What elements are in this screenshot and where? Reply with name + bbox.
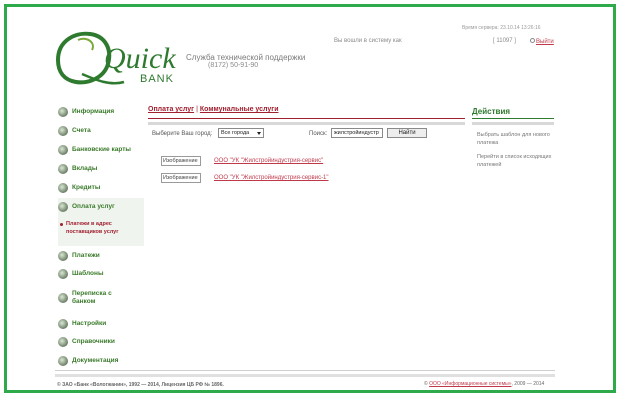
sidebar-item-cards[interactable]: Банковские карты bbox=[58, 142, 131, 158]
sidebar-item-label: Шаблоны bbox=[72, 270, 104, 277]
search-input[interactable]: жилстройиндустр bbox=[331, 128, 383, 138]
provider-link[interactable]: ООО "УК "Жилстройиндустрия-сервис-1" bbox=[214, 175, 329, 181]
sidebar-item-documentation[interactable]: Документация bbox=[58, 353, 118, 369]
sidebar-item-label: Справочники bbox=[72, 338, 115, 345]
user-id: [ 11097 ] bbox=[493, 38, 516, 44]
sidebar-item-info[interactable]: Информация bbox=[58, 104, 114, 120]
actions-title: Действия bbox=[472, 107, 511, 116]
globe-icon bbox=[58, 251, 68, 261]
footer-copyright: © ЗАО «Банк «Вологжанин», 1992 — 2014, Л… bbox=[57, 382, 224, 388]
main-divider bbox=[148, 122, 465, 125]
sidebar-item-label: Счета bbox=[72, 127, 91, 134]
globe-icon bbox=[58, 145, 68, 155]
brand-sub-text: BANK bbox=[140, 73, 174, 85]
tab-separator: | bbox=[196, 106, 198, 113]
globe-icon bbox=[58, 164, 68, 174]
provider-image: Изображение bbox=[161, 173, 201, 183]
sidebar-item-label: Переписка с банком bbox=[72, 290, 112, 305]
city-value: Все города bbox=[221, 130, 250, 136]
action-outgoing-payments[interactable]: Перейти в список исходящих платежей bbox=[477, 153, 557, 169]
find-button[interactable]: Найти bbox=[387, 128, 427, 138]
globe-icon bbox=[58, 183, 68, 193]
tab-payment-services[interactable]: Оплата услуг bbox=[148, 106, 194, 113]
actions-divider bbox=[472, 122, 554, 125]
sidebar-item-settings[interactable]: Настройки bbox=[58, 316, 106, 332]
globe-icon bbox=[58, 126, 68, 136]
globe-icon bbox=[58, 293, 68, 303]
support-title: Служба технической поддержки bbox=[186, 53, 306, 62]
footer-dev-link[interactable]: ООО «Информационные системы» bbox=[429, 381, 511, 387]
sidebar-item-credits[interactable]: Кредиты bbox=[58, 180, 100, 196]
footer-bar bbox=[55, 374, 555, 377]
logged-in-label: Вы вошли в систему как bbox=[334, 38, 402, 44]
globe-icon bbox=[58, 356, 68, 366]
sidebar-item-label: Документация bbox=[72, 357, 119, 364]
server-time: Время сервера: 23.10.14 13:26:16 bbox=[462, 25, 541, 31]
sidebar-item-label: Настройки bbox=[72, 320, 107, 327]
globe-icon bbox=[58, 337, 68, 347]
sidebar-item-label: Банковские карты bbox=[72, 146, 131, 153]
footer-dev-years: , 2009 — 2014 bbox=[511, 381, 545, 387]
globe-icon bbox=[58, 319, 68, 329]
globe-icon bbox=[58, 269, 68, 279]
sidebar-item-label: Платежи bbox=[72, 252, 100, 259]
submenu-item-providers[interactable]: Платежи в адрес поставщиков услуг bbox=[60, 220, 140, 236]
footer-dev-prefix: © bbox=[424, 381, 428, 387]
sidebar-item-accounts[interactable]: Счета bbox=[58, 123, 91, 139]
city-label: Выберите Ваш город: bbox=[152, 131, 213, 137]
footer-developer: © ООО «Информационные системы», 2009 — 2… bbox=[424, 381, 544, 387]
brand-main-text: Quick bbox=[104, 42, 176, 75]
sidebar-item-directories[interactable]: Справочники bbox=[58, 334, 115, 350]
search-label: Поиск: bbox=[309, 131, 328, 137]
tab-underline bbox=[148, 118, 465, 119]
action-choose-template[interactable]: Выбрать шаблон для нового платежа bbox=[477, 131, 557, 147]
support-phone: (8172) 50-91-90 bbox=[208, 62, 259, 69]
sidebar-item-label: Информация bbox=[72, 108, 115, 115]
sidebar-item-label: Оплата услуг bbox=[72, 203, 115, 210]
exit-link[interactable]: Выйти bbox=[530, 38, 554, 45]
dropdown-arrow-icon bbox=[257, 132, 261, 135]
sidebar-item-payments[interactable]: Платежи bbox=[58, 248, 100, 264]
sidebar-item-label: Вклады bbox=[72, 165, 98, 172]
footer-line bbox=[55, 370, 555, 371]
sidebar-item-templates[interactable]: Шаблоны bbox=[58, 266, 104, 282]
tab-utilities[interactable]: Коммунальные услуги bbox=[200, 106, 279, 113]
globe-icon bbox=[58, 202, 68, 212]
sidebar-item-correspondence[interactable]: Переписка с банком bbox=[58, 288, 128, 308]
sidebar-item-deposits[interactable]: Вклады bbox=[58, 161, 97, 177]
main-tabs: Оплата услуг | Коммунальные услуги bbox=[148, 106, 279, 113]
exit-label: Выйти bbox=[536, 39, 554, 45]
city-select[interactable]: Все города bbox=[218, 128, 264, 138]
sidebar-item-payments-services[interactable]: Оплата услуг bbox=[58, 198, 144, 216]
quick-bank-logo[interactable]: Quick BANK bbox=[52, 26, 182, 88]
sidebar-item-label: Кредиты bbox=[72, 184, 101, 191]
provider-image: Изображение bbox=[161, 156, 201, 166]
globe-icon bbox=[58, 107, 68, 117]
exit-icon bbox=[530, 38, 535, 43]
actions-underline bbox=[472, 118, 554, 119]
provider-link[interactable]: ООО "УК "Жилстройиндустрия-сервис" bbox=[214, 158, 323, 164]
